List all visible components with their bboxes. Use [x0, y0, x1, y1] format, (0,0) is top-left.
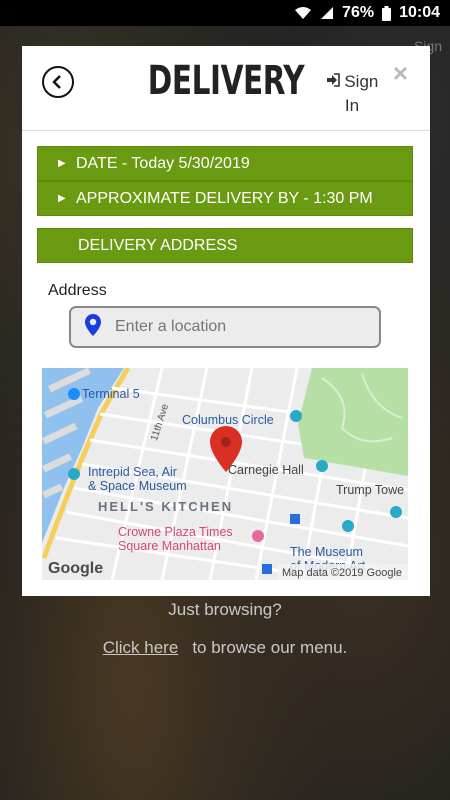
clock: 10:04 [399, 4, 440, 21]
map-label-crowne-1: Crowne Plaza Times [118, 525, 233, 539]
signin-label-1: Sign [344, 72, 379, 91]
signal-icon [320, 6, 334, 20]
map-view[interactable]: Terminal 5 Columbus Circle Carnegie Hall… [42, 368, 408, 580]
date-bar[interactable]: ▶ DATE - Today 5/30/2019 [37, 146, 413, 181]
signin-label-2: In [344, 96, 360, 115]
map-label-terminal: Terminal 5 [82, 387, 140, 401]
address-input[interactable] [113, 317, 357, 337]
delivery-modal: DELIVERY Sign In × ▶ DATE - Today 5/30/2… [22, 46, 430, 596]
caret-right-icon: ▶ [58, 193, 66, 204]
battery-text: 76% [342, 4, 375, 21]
battery-icon [382, 5, 392, 21]
signin-button[interactable]: Sign In [322, 70, 382, 118]
map-label-intrepid-1: Intrepid Sea, Air [88, 465, 177, 479]
map-label-carnegie: Carnegie Hall [228, 463, 304, 477]
delivery-address-bar[interactable]: DELIVERY ADDRESS [37, 228, 413, 263]
close-button[interactable]: × [393, 58, 408, 89]
map-label-crowne-2: Square Manhattan [118, 539, 221, 553]
map-attribution: Map data ©2019 Google [282, 567, 402, 579]
approx-delivery-label: APPROXIMATE DELIVERY BY - 1:30 PM [76, 189, 373, 207]
map-label-hells-kitchen: HELL'S KITCHEN [98, 499, 233, 514]
caret-right-icon: ▶ [58, 158, 66, 169]
browse-rest-text: to browse our menu. [192, 638, 348, 657]
date-bar-label: DATE - Today 5/30/2019 [76, 154, 250, 172]
click-here-link[interactable]: Click here [103, 638, 179, 657]
google-logo: Google [48, 560, 103, 577]
address-input-box[interactable] [69, 306, 381, 348]
modal-header: DELIVERY Sign In × [22, 46, 430, 131]
delivery-address-label: DELIVERY ADDRESS [78, 236, 238, 254]
wifi-icon [294, 6, 312, 20]
map-label-intrepid-2: & Space Museum [88, 479, 187, 493]
map-label-trump: Trump Towe [336, 483, 404, 497]
central-park [298, 368, 408, 476]
address-label: Address [48, 282, 107, 299]
approx-delivery-bar[interactable]: ▶ APPROXIMATE DELIVERY BY - 1:30 PM [37, 181, 413, 216]
status-bar: 76% 10:04 [0, 0, 450, 26]
location-pin-icon [85, 313, 101, 341]
browse-line: Click here to browse our menu. [0, 638, 450, 658]
signin-icon [326, 72, 340, 91]
map-label-columbus: Columbus Circle [182, 413, 274, 427]
map-label-museum-1: The Museum [290, 545, 363, 559]
browse-question: Just browsing? [168, 600, 282, 619]
